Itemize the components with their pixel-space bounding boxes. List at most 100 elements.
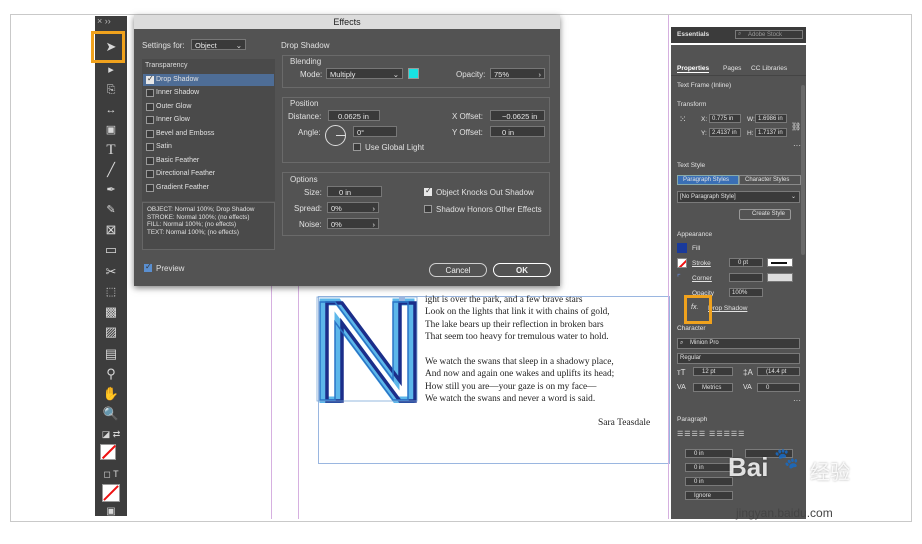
reference-point-icon[interactable]: ⁙ xyxy=(679,114,687,125)
distance-field[interactable]: 0.0625 in xyxy=(328,110,380,121)
shadow-color-swatch[interactable] xyxy=(408,68,419,79)
inner-glow-checkbox[interactable] xyxy=(146,116,154,124)
mode-value: Multiply xyxy=(330,70,356,79)
panel-scrollbar[interactable] xyxy=(801,85,805,255)
position-label: Position xyxy=(290,99,319,108)
effect-satin[interactable]: Satin xyxy=(156,141,286,153)
ok-button[interactable]: OK xyxy=(493,263,551,277)
y-offset-field[interactable]: 0 in xyxy=(490,126,545,137)
effect-inner-glow[interactable]: Inner Glow xyxy=(156,114,286,126)
satin-checkbox[interactable] xyxy=(146,143,154,151)
gap-tool-icon[interactable]: ↔ xyxy=(95,100,127,120)
effect-gradient-feather[interactable]: Gradient Feather xyxy=(156,182,286,194)
constrain-proportions-icon[interactable]: ⛓ xyxy=(791,122,801,131)
rectangle-frame-tool-icon[interactable]: ⊠ xyxy=(95,220,127,240)
type-tool-icon[interactable]: T xyxy=(95,140,127,160)
kerning-field[interactable]: Metrics xyxy=(693,383,733,392)
bevel-emboss-checkbox[interactable] xyxy=(146,130,154,138)
workspace-switcher[interactable]: Essentials xyxy=(677,31,709,38)
knocks-out-checkbox[interactable] xyxy=(424,186,432,196)
page-tool-icon[interactable]: ⎘ xyxy=(95,80,127,100)
h-field[interactable]: 1.7137 in xyxy=(755,128,787,137)
scissors-tool-icon[interactable]: ✂ xyxy=(95,262,127,282)
tab-cc-libraries[interactable]: CC Libraries xyxy=(751,65,787,72)
size-field[interactable]: 0 in xyxy=(327,186,382,197)
content-collector-icon[interactable]: ▣ xyxy=(95,120,127,140)
tools-collapse[interactable]: × ›› xyxy=(97,16,111,26)
stock-search-input[interactable]: ⌕ Adobe Stock xyxy=(735,30,803,39)
formatting-container-icon[interactable]: ◻ T xyxy=(95,464,127,484)
opacity-field[interactable]: 75% › xyxy=(490,68,545,79)
noise-field[interactable]: 0% › xyxy=(327,218,379,229)
x-field[interactable]: 0.775 in xyxy=(709,114,741,123)
opacity-field[interactable]: 100% xyxy=(729,288,763,297)
gradient-swatch-tool-icon[interactable]: ▩ xyxy=(95,302,127,322)
direct-selection-tool-icon[interactable]: ▸ xyxy=(95,60,127,80)
w-field[interactable]: 1.6986 in xyxy=(755,114,787,123)
screen-mode-icon[interactable]: ▣ xyxy=(95,502,127,522)
corner-label[interactable]: Corner xyxy=(692,275,712,282)
stroke-label[interactable]: Stroke xyxy=(692,260,711,267)
x-offset-field[interactable]: −0.0625 in xyxy=(490,110,545,121)
drop-cap-frame[interactable] xyxy=(316,296,421,404)
fill-swatch[interactable] xyxy=(677,243,687,253)
paragraph-style-select[interactable]: [No Paragraph Style] ⌄ xyxy=(677,191,800,203)
stroke-swatch[interactable] xyxy=(677,258,687,268)
more-options-icon[interactable]: ··· xyxy=(793,141,801,150)
pen-tool-icon[interactable]: ✒ xyxy=(95,180,127,200)
font-size-field[interactable]: 12 pt xyxy=(693,367,733,376)
note-tool-icon[interactable]: ▤ xyxy=(95,344,127,364)
font-style-select[interactable]: Regular xyxy=(677,353,800,364)
alignment-icons[interactable]: ☰☰☰☰ ☰☰☰☰☰ xyxy=(677,430,745,438)
preview-checkbox[interactable] xyxy=(144,262,152,272)
outer-glow-checkbox[interactable] xyxy=(146,103,154,111)
apply-none-icon[interactable] xyxy=(102,484,120,502)
transparency-item[interactable]: Transparency xyxy=(145,62,188,69)
effect-inner-shadow[interactable]: Inner Shadow xyxy=(156,87,286,99)
honors-effects-checkbox[interactable] xyxy=(424,205,432,213)
free-transform-tool-icon[interactable]: ⬚ xyxy=(95,282,127,302)
effect-outer-glow[interactable]: Outer Glow xyxy=(156,101,286,113)
corner-shape-select[interactable] xyxy=(767,273,793,282)
tab-properties[interactable]: Properties xyxy=(677,65,710,73)
cancel-button[interactable]: Cancel xyxy=(429,263,487,277)
hand-tool-icon[interactable]: ✋ xyxy=(95,384,127,404)
effect-basic-feather[interactable]: Basic Feather xyxy=(156,155,286,167)
basic-feather-checkbox[interactable] xyxy=(146,157,154,165)
effect-drop-shadow[interactable]: Drop Shadow xyxy=(156,74,286,86)
font-family-select[interactable]: ⌕ Minion Pro xyxy=(677,338,800,349)
drop-shadow-link[interactable]: Drop Shadow xyxy=(708,305,747,312)
eyedropper-tool-icon[interactable]: ⚲ xyxy=(95,364,127,384)
create-style-button[interactable]: Create Style xyxy=(739,209,791,220)
fill-swatch-icon[interactable] xyxy=(100,444,117,460)
line-tool-icon[interactable]: ╱ xyxy=(95,160,127,180)
stroke-weight-field[interactable]: 0 pt xyxy=(729,258,763,267)
effect-directional-feather[interactable]: Directional Feather xyxy=(156,168,286,180)
rectangle-tool-icon[interactable]: ▭ xyxy=(95,240,127,260)
character-styles-tab[interactable]: Character Styles xyxy=(739,175,801,185)
tracking-field[interactable]: 0 xyxy=(757,383,800,392)
pencil-tool-icon[interactable]: ✎ xyxy=(95,200,127,220)
character-more-icon[interactable]: ··· xyxy=(793,396,801,405)
angle-field[interactable]: 0° xyxy=(353,126,397,137)
drop-shadow-checkbox[interactable] xyxy=(146,74,154,84)
effect-bevel-emboss[interactable]: Bevel and Emboss xyxy=(156,128,286,140)
tab-pages[interactable]: Pages xyxy=(723,65,741,72)
default-colors-icon[interactable]: ◪ ⇄ xyxy=(95,424,127,444)
y-field[interactable]: 2.4137 in xyxy=(709,128,741,137)
paragraph-styles-tab[interactable]: Paragraph Styles xyxy=(677,175,739,185)
mode-select[interactable]: Multiply ⌄ xyxy=(326,68,403,79)
angle-dial[interactable] xyxy=(325,125,346,146)
spread-field[interactable]: 0% › xyxy=(327,202,379,213)
corner-size-field[interactable] xyxy=(729,273,763,282)
gradient-feather-checkbox[interactable] xyxy=(146,184,154,192)
zoom-tool-icon[interactable]: 🔍 xyxy=(95,404,127,424)
global-light-checkbox[interactable] xyxy=(353,143,361,151)
leading-field[interactable]: (14.4 pt xyxy=(757,367,800,376)
gradient-feather-tool-icon[interactable]: ▨ xyxy=(95,322,127,342)
directional-feather-checkbox[interactable] xyxy=(146,170,154,178)
inner-shadow-checkbox[interactable] xyxy=(146,89,154,97)
corner-icon: ⌜ xyxy=(677,273,681,282)
stroke-type-select[interactable] xyxy=(767,258,793,267)
settings-for-select[interactable]: Object ⌄ xyxy=(191,39,246,50)
